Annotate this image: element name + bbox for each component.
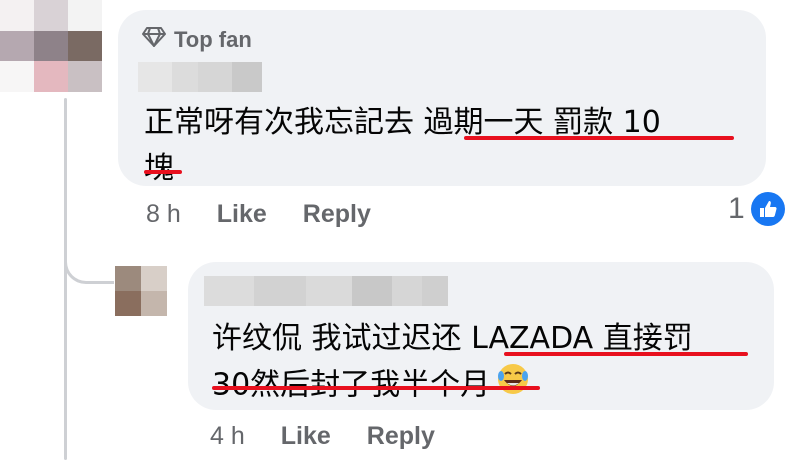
comment-text: 正常呀有次我忘記去 過期一天 罰款 10 塊 (144, 100, 754, 192)
red-underline (504, 352, 748, 356)
thread-line (64, 98, 67, 460)
timestamp[interactable]: 8 h (146, 200, 181, 229)
top-fan-badge: Top fan (142, 26, 252, 54)
reaction-summary[interactable]: 1 (728, 192, 785, 226)
comment-text-line: 塊 (144, 151, 174, 186)
avatar[interactable] (0, 0, 102, 92)
diamond-icon (142, 26, 166, 54)
comment-bubble: Top fan 正常呀有次我忘記去 過期一天 罰款 10 塊 (118, 10, 766, 186)
reply-bubble: 许纹侃 我试过迟还 LAZADA 直接罚 30然后封了我半个月 (188, 262, 774, 410)
reaction-count: 1 (728, 192, 745, 225)
reply-button[interactable]: Reply (367, 422, 435, 451)
reply-thread-connector (64, 232, 114, 284)
badge-label: Top fan (174, 27, 252, 52)
red-underline (144, 170, 182, 174)
red-underline (212, 386, 540, 390)
comment-text: 许纹侃 我试过迟还 LAZADA 直接罚 30然后封了我半个月 (212, 316, 772, 410)
reply-button[interactable]: Reply (303, 200, 371, 229)
like-button[interactable]: Like (281, 422, 331, 451)
commenter-name-blurred[interactable] (138, 62, 262, 92)
like-button[interactable]: Like (217, 200, 267, 229)
comment-actions: 8 h Like Reply (146, 200, 407, 229)
avatar[interactable] (115, 266, 167, 316)
thumbs-up-icon (750, 192, 785, 226)
red-underline (464, 136, 734, 140)
reply-actions: 4 h Like Reply (210, 422, 471, 451)
timestamp[interactable]: 4 h (210, 422, 245, 451)
comment-text-line-content: 30然后封了我半个月 (212, 367, 491, 403)
commenter-name-blurred[interactable] (204, 276, 448, 306)
